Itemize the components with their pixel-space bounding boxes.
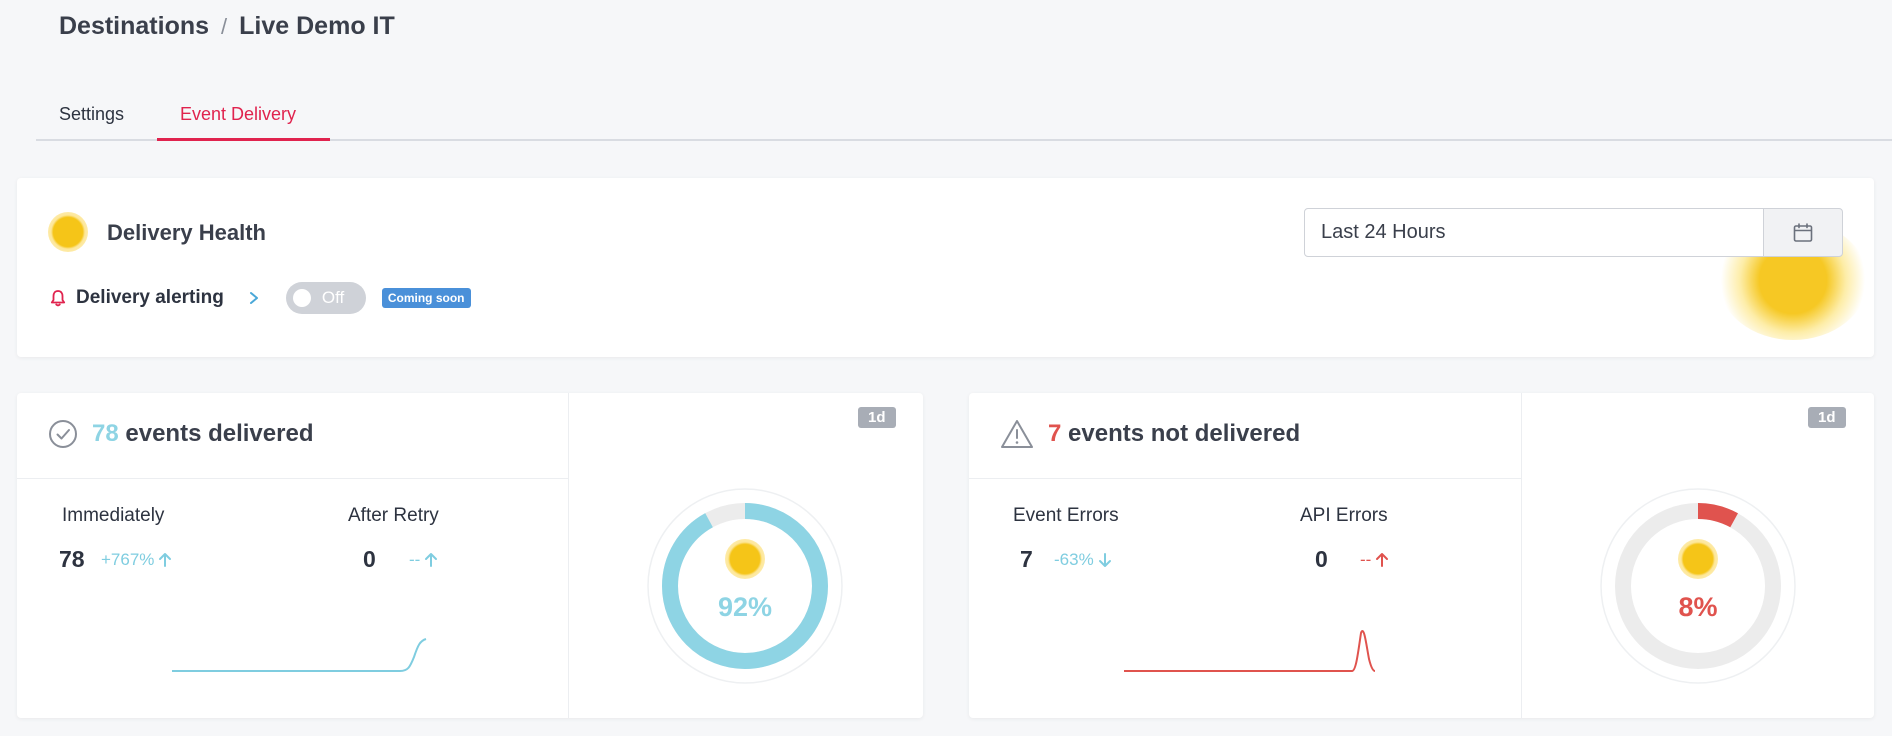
health-status-sun-icon: [48, 212, 88, 252]
panel-header-divider: [17, 478, 568, 479]
event-errors-label: Event Errors: [1013, 505, 1119, 526]
not-delivered-count: 7: [1048, 420, 1062, 447]
immediately-label: Immediately: [62, 505, 165, 526]
donut-arc: [662, 503, 828, 669]
events-delivered-panel: 78 events delivered Immediately 78 +767%…: [17, 393, 923, 718]
calendar-button[interactable]: [1763, 208, 1843, 257]
toggle-knob: [292, 289, 311, 307]
tab-event-delivery[interactable]: Event Delivery: [180, 104, 296, 125]
immediately-delta: +767%: [101, 550, 172, 570]
event-errors-value: 7: [1020, 546, 1033, 572]
api-errors-delta-text: --: [1360, 550, 1372, 569]
period-badge: 1d: [1808, 407, 1846, 428]
calendar-icon: [1791, 221, 1815, 245]
event-errors-delta-text: -63%: [1054, 550, 1094, 569]
api-errors-delta: --: [1360, 550, 1389, 570]
after-retry-delta: --: [409, 550, 438, 570]
not-delivered-percent: 8%: [1678, 592, 1718, 622]
breadcrumb-destinations-link[interactable]: Destinations: [59, 12, 209, 41]
coming-soon-badge: Coming soon: [381, 288, 471, 308]
immediately-delta-text: +767%: [101, 550, 155, 569]
check-circle-icon: [48, 419, 78, 449]
immediately-value: 78: [59, 546, 85, 572]
events-not-delivered-header: 7 events not delivered: [1000, 419, 1300, 449]
after-retry-label: After Retry: [348, 505, 439, 526]
arrow-up-icon: [158, 552, 172, 568]
warning-triangle-icon: [1000, 419, 1034, 449]
not-delivered-donut: 8%: [1599, 487, 1797, 685]
donut-sun-icon: [1678, 539, 1718, 579]
api-errors-value: 0: [1315, 546, 1328, 572]
delivered-label: events delivered: [125, 420, 314, 447]
delivered-donut: 92%: [646, 487, 844, 685]
arrow-up-icon: [424, 552, 438, 568]
panel-divider: [1521, 393, 1522, 718]
arrow-up-icon: [1375, 552, 1389, 568]
after-retry-value: 0: [363, 546, 376, 572]
api-errors-label: API Errors: [1300, 505, 1388, 526]
delivery-alerting-toggle[interactable]: Off: [285, 282, 366, 314]
panel-divider: [568, 393, 569, 718]
delivered-sparkline: [172, 638, 427, 672]
delivery-health-card: Delivery Health Delivery alerting Off Co…: [17, 178, 1874, 357]
period-badge: 1d: [858, 407, 896, 428]
panel-header-divider: [969, 478, 1521, 479]
delivery-health-title: Delivery Health: [107, 220, 266, 245]
breadcrumb-current: Live Demo IT: [239, 12, 395, 40]
not-delivered-sparkline: [1124, 630, 1376, 672]
event-errors-delta: -63%: [1054, 550, 1112, 570]
delivery-alerting-link[interactable]: Delivery alerting: [76, 287, 224, 309]
active-tab-indicator: [157, 138, 330, 141]
arrow-down-icon: [1098, 552, 1112, 568]
events-not-delivered-panel: 7 events not delivered Event Errors 7 -6…: [969, 393, 1874, 718]
bell-icon: [48, 288, 68, 308]
delivered-count: 78: [92, 420, 119, 447]
breadcrumb: Destinations / Live Demo IT: [59, 12, 395, 41]
tab-settings[interactable]: Settings: [59, 104, 124, 125]
after-retry-delta-text: --: [409, 550, 421, 569]
chevron-right-icon[interactable]: [232, 290, 278, 306]
delivery-alerting-row: Delivery alerting Off Coming soon: [48, 282, 471, 314]
events-delivered-header: 78 events delivered: [48, 419, 313, 449]
date-range-select[interactable]: Last 24 Hours: [1304, 208, 1764, 257]
not-delivered-label: events not delivered: [1068, 420, 1301, 447]
donut-sun-icon: [725, 539, 765, 579]
tab-bar: Settings Event Delivery: [36, 96, 1892, 141]
toggle-state-label: Off: [321, 288, 345, 307]
delivered-percent: 92%: [717, 592, 773, 622]
breadcrumb-separator: /: [221, 13, 228, 39]
